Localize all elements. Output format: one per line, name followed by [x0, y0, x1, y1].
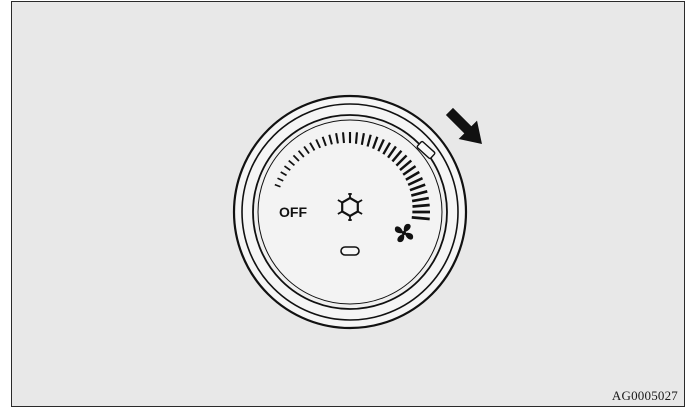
dial-knob[interactable]: OFF: [232, 94, 468, 330]
indicator-lamp: [340, 246, 360, 256]
scale-tick: [412, 203, 430, 208]
off-label: OFF: [279, 204, 307, 220]
scale-tick: [341, 132, 345, 144]
pointer-arrow-icon: [445, 107, 482, 144]
scale-tick: [354, 132, 359, 144]
scale-tick: [411, 216, 430, 221]
knob-illustration: OFF: [232, 94, 482, 330]
